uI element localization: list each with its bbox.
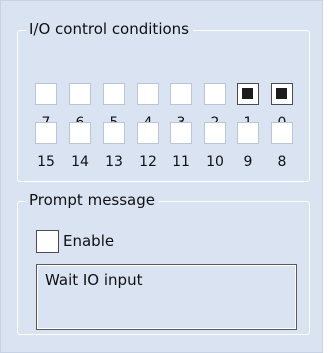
io-bit-11-checkbox[interactable] xyxy=(170,122,192,144)
io-bit-2-checkbox[interactable] xyxy=(204,83,226,105)
io-bit-15-checkbox[interactable] xyxy=(35,122,57,144)
enable-label[interactable]: Enable xyxy=(63,231,114,251)
prompt-message-textbox[interactable]: Wait IO input xyxy=(36,264,297,330)
io-bit-14-checkbox[interactable] xyxy=(69,122,91,144)
io-bit-label: 11 xyxy=(172,154,190,170)
io-bit-3-checkbox[interactable] xyxy=(170,83,192,105)
io-bit-12-checkbox[interactable] xyxy=(137,122,159,144)
io-bit-13-checkbox[interactable] xyxy=(103,122,125,144)
io-bit-label: 9 xyxy=(243,154,253,170)
io-bit-4-checkbox[interactable] xyxy=(137,83,159,105)
io-control-conditions-title: I/O control conditions xyxy=(26,17,193,41)
io-bit-9-checkbox[interactable] xyxy=(237,122,259,144)
io-bit-7-checkbox[interactable] xyxy=(35,83,57,105)
io-bit-10-checkbox[interactable] xyxy=(204,122,226,144)
io-bit-5-checkbox[interactable] xyxy=(103,83,125,105)
io-bit-label: 10 xyxy=(206,154,224,170)
prompt-message-title: Prompt message xyxy=(26,188,159,212)
io-bit-1-checkbox[interactable] xyxy=(237,83,259,105)
io-bit-label: 14 xyxy=(71,154,89,170)
io-settings-panel: I/O control conditions 7 6 5 4 3 2 1 0 1… xyxy=(0,0,323,353)
io-bit-label: 8 xyxy=(277,154,287,170)
io-bit-8-checkbox[interactable] xyxy=(271,122,293,144)
io-bit-label: 15 xyxy=(37,154,55,170)
io-bit-label: 12 xyxy=(139,154,157,170)
io-bit-0-checkbox[interactable] xyxy=(271,83,293,105)
io-bit-label: 13 xyxy=(105,154,123,170)
io-bit-6-checkbox[interactable] xyxy=(69,83,91,105)
enable-checkbox[interactable] xyxy=(36,230,59,253)
